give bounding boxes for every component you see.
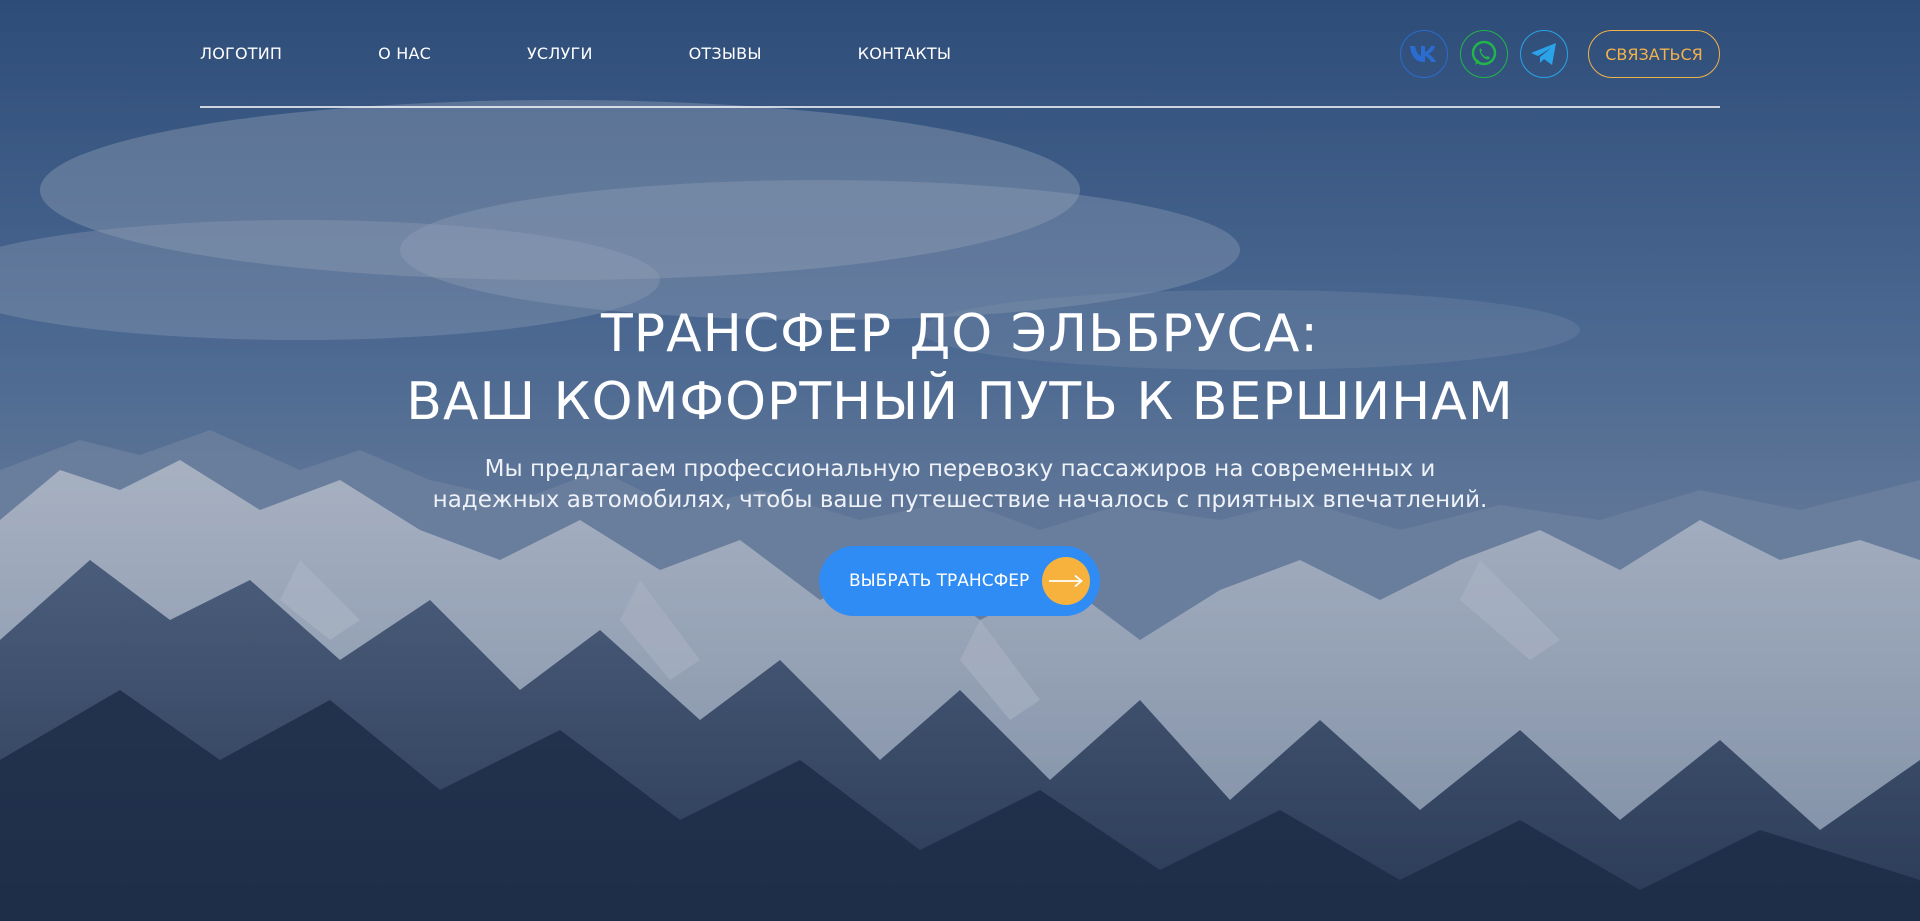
nav-item-about[interactable]: О НАС (378, 44, 431, 64)
nav-item-reviews[interactable]: ОТЗЫВЫ (689, 44, 762, 64)
hero-section: ЛОГОТИП О НАС УСЛУГИ ОТЗЫВЫ КОНТАКТЫ СВЯ… (0, 0, 1920, 921)
main-nav: ЛОГОТИП О НАС УСЛУГИ ОТЗЫВЫ КОНТАКТЫ (200, 44, 1047, 64)
social-links: СВЯЗАТЬСЯ (1400, 30, 1720, 78)
arrow-right-icon (1049, 574, 1083, 588)
hero-title-line-2: ВАШ КОМФОРТНЫЙ ПУТЬ К ВЕРШИНАМ (406, 372, 1514, 432)
hero-subtitle-line-1: Мы предлагаем профессиональную перевозку… (484, 456, 1436, 482)
arrow-circle (1042, 557, 1090, 605)
telegram-button[interactable] (1520, 30, 1568, 78)
hero-title: ТРАНСФЕР ДО ЭЛЬБРУСА: ВАШ КОМФОРТНЫЙ ПУТ… (0, 300, 1920, 436)
vk-icon (1410, 46, 1436, 62)
vk-button[interactable] (1400, 30, 1448, 78)
contact-button[interactable]: СВЯЗАТЬСЯ (1588, 30, 1720, 78)
telegram-icon (1531, 43, 1556, 65)
whatsapp-button[interactable] (1460, 30, 1508, 78)
nav-item-contacts[interactable]: КОНТАКТЫ (858, 44, 952, 64)
choose-transfer-label: ВЫБРАТЬ ТРАНСФЕР (849, 571, 1030, 591)
hero-subtitle-line-2: надежных автомобилях, чтобы ваше путешес… (432, 487, 1488, 513)
choose-transfer-button[interactable]: ВЫБРАТЬ ТРАНСФЕР (819, 546, 1100, 616)
site-header: ЛОГОТИП О НАС УСЛУГИ ОТЗЫВЫ КОНТАКТЫ СВЯ… (200, 0, 1720, 108)
hero-title-line-1: ТРАНСФЕР ДО ЭЛЬБРУСА: (601, 304, 1319, 364)
nav-item-services[interactable]: УСЛУГИ (527, 44, 593, 64)
logo-link[interactable]: ЛОГОТИП (200, 44, 282, 64)
hero-subtitle: Мы предлагаем профессиональную перевозку… (0, 454, 1920, 516)
whatsapp-icon (1471, 40, 1497, 66)
header-divider (200, 106, 1720, 108)
